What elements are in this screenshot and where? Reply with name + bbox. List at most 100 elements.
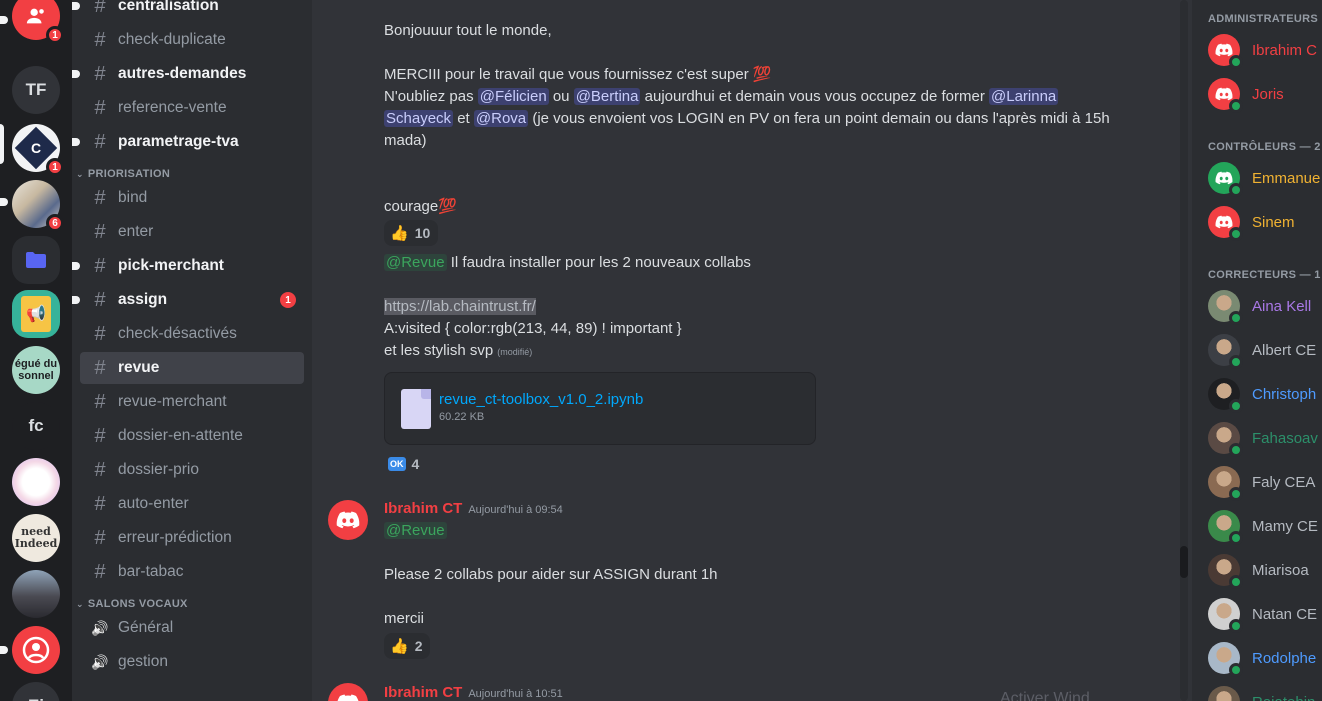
hash-icon: #: [94, 130, 106, 153]
avatar[interactable]: [328, 500, 368, 540]
message-text: et les stylish svp (modifié): [384, 342, 533, 359]
member-item[interactable]: Ibrahim C: [1208, 30, 1317, 70]
hash-icon: #: [94, 322, 106, 345]
channel-pick-merchant[interactable]: # pick-merchant: [72, 250, 304, 282]
server-red[interactable]: [12, 626, 60, 674]
channel-check-désactivés[interactable]: # check-désactivés: [80, 318, 304, 350]
category-priorisation[interactable]: ⌄ PRIORISATION: [76, 164, 170, 184]
message-text: mada): [384, 132, 427, 149]
category-voice[interactable]: ⌄ SALONS VOCAUX: [76, 594, 188, 614]
member-item[interactable]: Fahasoav: [1208, 418, 1318, 458]
channel-autres-demandes[interactable]: # autres-demandes: [72, 58, 304, 90]
channel-parametrage-tva[interactable]: # parametrage-tva: [72, 126, 304, 158]
server-ei[interactable]: Ei: [12, 682, 60, 701]
message-link[interactable]: https://lab.chaintrust.fr/: [384, 298, 536, 315]
server-badge: 6: [46, 214, 64, 232]
channel-dossier-en-attente[interactable]: # dossier-en-attente: [80, 420, 304, 452]
role-mention[interactable]: @Revue: [384, 522, 447, 539]
user-mention[interactable]: @Rova: [473, 110, 529, 127]
user-mention[interactable]: @Larinna: [989, 88, 1059, 105]
server-rail: 1 TF C 1 6 📢 égué du sonnel fc need Inde…: [0, 0, 72, 701]
server-indeed[interactable]: need Indeed: [12, 514, 60, 562]
channel-revue-merchant[interactable]: # revue-merchant: [80, 386, 304, 418]
member-item[interactable]: Joris: [1208, 74, 1284, 114]
server-friends[interactable]: 1: [12, 0, 64, 44]
user-mention[interactable]: @Félicien: [477, 88, 549, 105]
channel-assign[interactable]: # assign 1: [72, 284, 304, 316]
channel-auto-enter[interactable]: # auto-enter: [80, 488, 304, 520]
channel-centralisation[interactable]: # centralisation: [72, 0, 304, 22]
server-chaintrust[interactable]: C 1: [12, 124, 64, 176]
member-item[interactable]: Mamy CE: [1208, 506, 1318, 546]
channel-dossier-prio[interactable]: # dossier-prio: [80, 454, 304, 486]
online-status-icon: [1229, 55, 1243, 69]
channel-bar-tabac[interactable]: # bar-tabac: [80, 556, 304, 588]
channel-check-duplicate[interactable]: # check-duplicate: [80, 24, 304, 56]
server-fc[interactable]: fc: [12, 402, 60, 450]
avatar: [1208, 206, 1243, 241]
server-photo[interactable]: 6: [12, 180, 64, 232]
role-mention[interactable]: @Revue: [384, 254, 447, 271]
avatar[interactable]: [328, 683, 368, 701]
scrollbar-track[interactable]: [1180, 0, 1188, 701]
member-item[interactable]: Raiatehin: [1208, 682, 1315, 701]
member-item[interactable]: Albert CE: [1208, 330, 1316, 370]
windows-activation-watermark: Activer Wind: [1000, 690, 1090, 701]
hash-icon: #: [94, 458, 106, 481]
member-item[interactable]: Christoph: [1208, 374, 1316, 414]
online-status-icon: [1229, 443, 1243, 457]
server-floral[interactable]: [12, 458, 60, 506]
hash-icon: #: [94, 560, 106, 583]
member-item[interactable]: Emmanue: [1208, 158, 1320, 198]
avatar: [1208, 290, 1243, 325]
message-text: https://lab.chaintrust.fr/: [384, 296, 536, 318]
category-label: PRIORISATION: [87, 168, 171, 180]
server-tf[interactable]: TF: [12, 66, 60, 114]
unread-indicator: [72, 2, 80, 10]
channel-gestion[interactable]: 🔊 gestion: [80, 646, 304, 678]
server-folder[interactable]: [12, 236, 60, 284]
channel-label: check-duplicate: [118, 31, 226, 48]
chat-area: Bonjouuur tout le monde, MERCIII pour le…: [312, 0, 1192, 701]
user-mention[interactable]: Schayeck: [384, 110, 454, 127]
file-size: 60.22 KB: [439, 411, 485, 423]
member-name: Miarisoa: [1252, 561, 1309, 579]
reaction-thumbsup[interactable]: 👍 2: [384, 633, 431, 659]
unread-indicator: [72, 70, 80, 78]
active-server-pill: [0, 124, 4, 164]
reaction-count: 4: [411, 456, 420, 472]
channel-erreur-prédiction[interactable]: # erreur-prédiction: [80, 522, 304, 554]
user-circle-icon: [22, 636, 50, 664]
member-category: CORRECTEURS — 1: [1208, 269, 1321, 281]
member-item[interactable]: Rodolphe: [1208, 638, 1316, 678]
member-item[interactable]: Miarisoa: [1208, 550, 1309, 590]
server-announce[interactable]: 📢: [12, 290, 60, 338]
server-delegue[interactable]: égué du sonnel: [12, 346, 60, 394]
folder-icon: [26, 252, 46, 268]
channel-enter[interactable]: # enter: [80, 216, 304, 248]
scrollbar-thumb[interactable]: [1180, 546, 1188, 578]
channel-reference-vente[interactable]: # reference-vente: [80, 92, 304, 124]
member-item[interactable]: Faly CEA: [1208, 462, 1315, 502]
file-name-link[interactable]: revue_ct-toolbox_v1.0_2.ipynb: [439, 391, 643, 408]
reaction-thumbsup[interactable]: 👍 10: [384, 220, 439, 246]
reaction-ok[interactable]: OK 4: [384, 451, 427, 477]
member-item[interactable]: Natan CE: [1208, 594, 1317, 634]
user-mention[interactable]: @Bertina: [573, 88, 641, 105]
member-item[interactable]: Sinem: [1208, 202, 1295, 242]
channel-bind[interactable]: # bind: [80, 182, 304, 214]
server-group-photo[interactable]: [12, 570, 60, 618]
message-author[interactable]: Ibrahim CT Aujourd'hui à 09:54: [384, 500, 563, 517]
channel-label: autres-demandes: [118, 65, 247, 82]
member-name: Natan CE: [1252, 605, 1318, 623]
member-item[interactable]: Aina Kell: [1208, 286, 1311, 326]
server-initials: Ei: [28, 696, 44, 701]
thumbs-up-icon: 👍: [390, 638, 409, 655]
channel-revue[interactable]: # revue: [80, 352, 304, 384]
message-author[interactable]: Ibrahim CT Aujourd'hui à 10:51: [384, 684, 563, 701]
member-name: Mamy CE: [1252, 517, 1318, 535]
message-text: A:visited { color:rgb(213, 44, 89) ! imp…: [384, 320, 682, 337]
message-text: Bonjouuur tout le monde,: [384, 22, 552, 39]
channel-label: check-désactivés: [118, 325, 237, 342]
channel-Général[interactable]: 🔊 Général: [80, 612, 304, 644]
